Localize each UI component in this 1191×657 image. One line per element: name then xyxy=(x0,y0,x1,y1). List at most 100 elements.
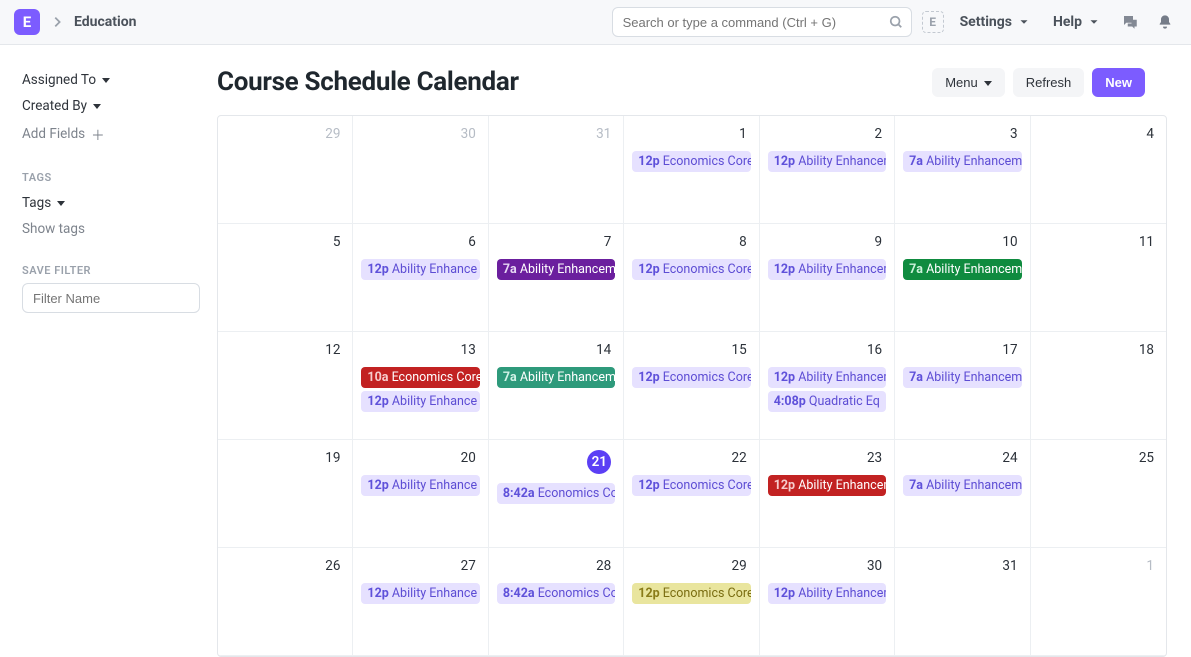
calendar-day[interactable]: 1512p Economics Core xyxy=(624,332,759,440)
day-number: 28 xyxy=(495,554,617,580)
calendar-event[interactable]: 12p Economics Core xyxy=(632,475,750,496)
event-time: 12p xyxy=(638,262,662,277)
calendar-event[interactable]: 7a Ability Enhancem xyxy=(497,259,615,280)
calendar-day[interactable]: 612p Ability Enhance xyxy=(353,224,488,332)
calendar-day[interactable]: 26 xyxy=(218,548,353,656)
calendar-event[interactable]: 7a Ability Enhancem xyxy=(903,475,1021,496)
event-title: Ability Enhance xyxy=(392,586,477,601)
search-input[interactable] xyxy=(612,7,912,37)
filter-name-input[interactable] xyxy=(22,283,200,313)
calendar-event[interactable]: 12p Economics Core xyxy=(632,259,750,280)
calendar-day[interactable]: 13 10a Economics Core 12p Ability Enhance xyxy=(353,332,488,440)
calendar-day[interactable]: 11 xyxy=(1031,224,1166,332)
add-fields-button[interactable]: Add Fields ＋ xyxy=(22,119,105,149)
filter-tags[interactable]: Tags xyxy=(22,190,65,216)
workspace-switcher[interactable]: E xyxy=(922,11,944,33)
event-time: 7a xyxy=(503,262,520,277)
calendar-event[interactable]: 7a Ability Enhancem xyxy=(903,259,1021,280)
calendar-day[interactable]: 21 8:42a Economics Co xyxy=(489,440,624,548)
settings-menu[interactable]: Settings xyxy=(954,10,1037,34)
event-time: 12p xyxy=(774,370,798,385)
calendar-day[interactable]: 5 xyxy=(218,224,353,332)
bell-icon[interactable] xyxy=(1153,10,1177,34)
day-number: 4 xyxy=(1037,122,1160,148)
calendar-day[interactable]: 212p Ability Enhancem xyxy=(760,116,895,224)
calendar-event[interactable]: 12p Ability Enhance xyxy=(361,391,479,412)
calendar-day[interactable]: 2712p Ability Enhance xyxy=(353,548,488,656)
chat-icon[interactable] xyxy=(1117,9,1143,35)
event-title: Economics Core xyxy=(663,370,751,385)
day-number: 31 xyxy=(495,122,617,148)
calendar-day[interactable]: 12 xyxy=(218,332,353,440)
calendar-event[interactable]: 4:08p Quadratic Eq xyxy=(768,391,886,412)
app-logo[interactable]: E xyxy=(14,9,40,35)
tags-section-header: TAGS xyxy=(22,171,195,184)
calendar-day[interactable]: 4 xyxy=(1031,116,1166,224)
calendar-day[interactable]: 812p Economics Core xyxy=(624,224,759,332)
day-number: 16 xyxy=(766,338,888,364)
calendar-day[interactable]: 2912p Economics Core xyxy=(624,548,759,656)
calendar-day[interactable]: 19 xyxy=(218,440,353,548)
calendar-event[interactable]: 12p Ability Enhancem xyxy=(768,151,886,172)
help-label: Help xyxy=(1053,14,1082,30)
calendar-day[interactable]: 1 xyxy=(1031,548,1166,656)
calendar-day[interactable]: 147a Ability Enhancem xyxy=(489,332,624,440)
calendar-day[interactable]: 16 12p Ability Enhancem 4:08p Quadratic Eq xyxy=(760,332,895,440)
add-fields-label: Add Fields xyxy=(22,126,85,142)
calendar-event[interactable]: 12p Economics Core xyxy=(632,367,750,388)
day-number: 13 xyxy=(359,338,481,364)
event-time: 12p xyxy=(638,154,662,169)
search-icon[interactable] xyxy=(889,14,903,30)
calendar-day[interactable]: 37a Ability Enhancem xyxy=(895,116,1030,224)
calendar-day[interactable]: 912p Ability Enhancem xyxy=(760,224,895,332)
calendar-event[interactable]: 12p Ability Enhancem xyxy=(768,367,886,388)
chevron-down-icon xyxy=(1087,14,1101,30)
new-button[interactable]: New xyxy=(1092,68,1145,97)
calendar-day[interactable]: 7 7a Ability Enhancem xyxy=(489,224,624,332)
day-number: 21 xyxy=(495,446,617,480)
help-menu[interactable]: Help xyxy=(1047,10,1107,34)
calendar-event[interactable]: 12p Ability Enhance xyxy=(361,259,479,280)
calendar-day[interactable]: 25 xyxy=(1031,440,1166,548)
calendar-event[interactable]: 8:42a Economics Co xyxy=(497,483,615,504)
calendar-day[interactable]: 31 xyxy=(895,548,1030,656)
show-tags-button[interactable]: Show tags xyxy=(22,216,85,242)
chevron-down-icon xyxy=(1017,14,1031,30)
calendar-event[interactable]: 12p Economics Core xyxy=(632,151,750,172)
calendar-day[interactable]: 177a Ability Enhancem xyxy=(895,332,1030,440)
calendar-event[interactable]: 12p Ability Enhancem xyxy=(768,583,886,604)
day-number: 7 xyxy=(495,230,617,256)
calendar-event[interactable]: 7a Ability Enhancem xyxy=(497,367,615,388)
calendar-event[interactable]: 12p Ability Enhancem xyxy=(768,259,886,280)
calendar-day[interactable]: 30 xyxy=(353,116,488,224)
calendar-event[interactable]: 12p Economics Core xyxy=(632,583,750,604)
event-title: Ability Enhancem xyxy=(520,370,615,385)
calendar-event[interactable]: 7a Ability Enhancem xyxy=(903,151,1021,172)
filter-assigned-to[interactable]: Assigned To xyxy=(22,67,110,93)
calendar-day[interactable]: 29 xyxy=(218,116,353,224)
calendar-day[interactable]: 112p Economics Core xyxy=(624,116,759,224)
calendar-event[interactable]: 7a Ability Enhancem xyxy=(903,367,1021,388)
calendar-event[interactable]: 8:42a Economics Co xyxy=(497,583,615,604)
calendar-day[interactable]: 28 8:42a Economics Co xyxy=(489,548,624,656)
calendar-day[interactable]: 107a Ability Enhancem xyxy=(895,224,1030,332)
calendar-day[interactable]: 2012p Ability Enhance xyxy=(353,440,488,548)
day-number: 30 xyxy=(359,122,481,148)
calendar-day[interactable]: 18 xyxy=(1031,332,1166,440)
calendar-event[interactable]: 10a Economics Core xyxy=(361,367,479,388)
calendar: 293031112p Economics Core212p Ability En… xyxy=(217,115,1167,657)
menu-button[interactable]: Menu xyxy=(932,68,1005,97)
refresh-button[interactable]: Refresh xyxy=(1013,68,1085,97)
topbar: E Education E Settings Help xyxy=(0,0,1191,45)
calendar-day[interactable]: 2312p Ability Enhancem xyxy=(760,440,895,548)
event-time: 12p xyxy=(367,262,391,277)
filter-created-by[interactable]: Created By xyxy=(22,93,101,119)
breadcrumb[interactable]: Education xyxy=(74,14,136,30)
calendar-event[interactable]: 12p Ability Enhance xyxy=(361,583,479,604)
calendar-day[interactable]: 247a Ability Enhancem xyxy=(895,440,1030,548)
calendar-day[interactable]: 31 xyxy=(489,116,624,224)
calendar-event[interactable]: 12p Ability Enhancem xyxy=(768,475,886,496)
calendar-day[interactable]: 2212p Economics Core xyxy=(624,440,759,548)
calendar-event[interactable]: 12p Ability Enhance xyxy=(361,475,479,496)
calendar-day[interactable]: 3012p Ability Enhancem xyxy=(760,548,895,656)
